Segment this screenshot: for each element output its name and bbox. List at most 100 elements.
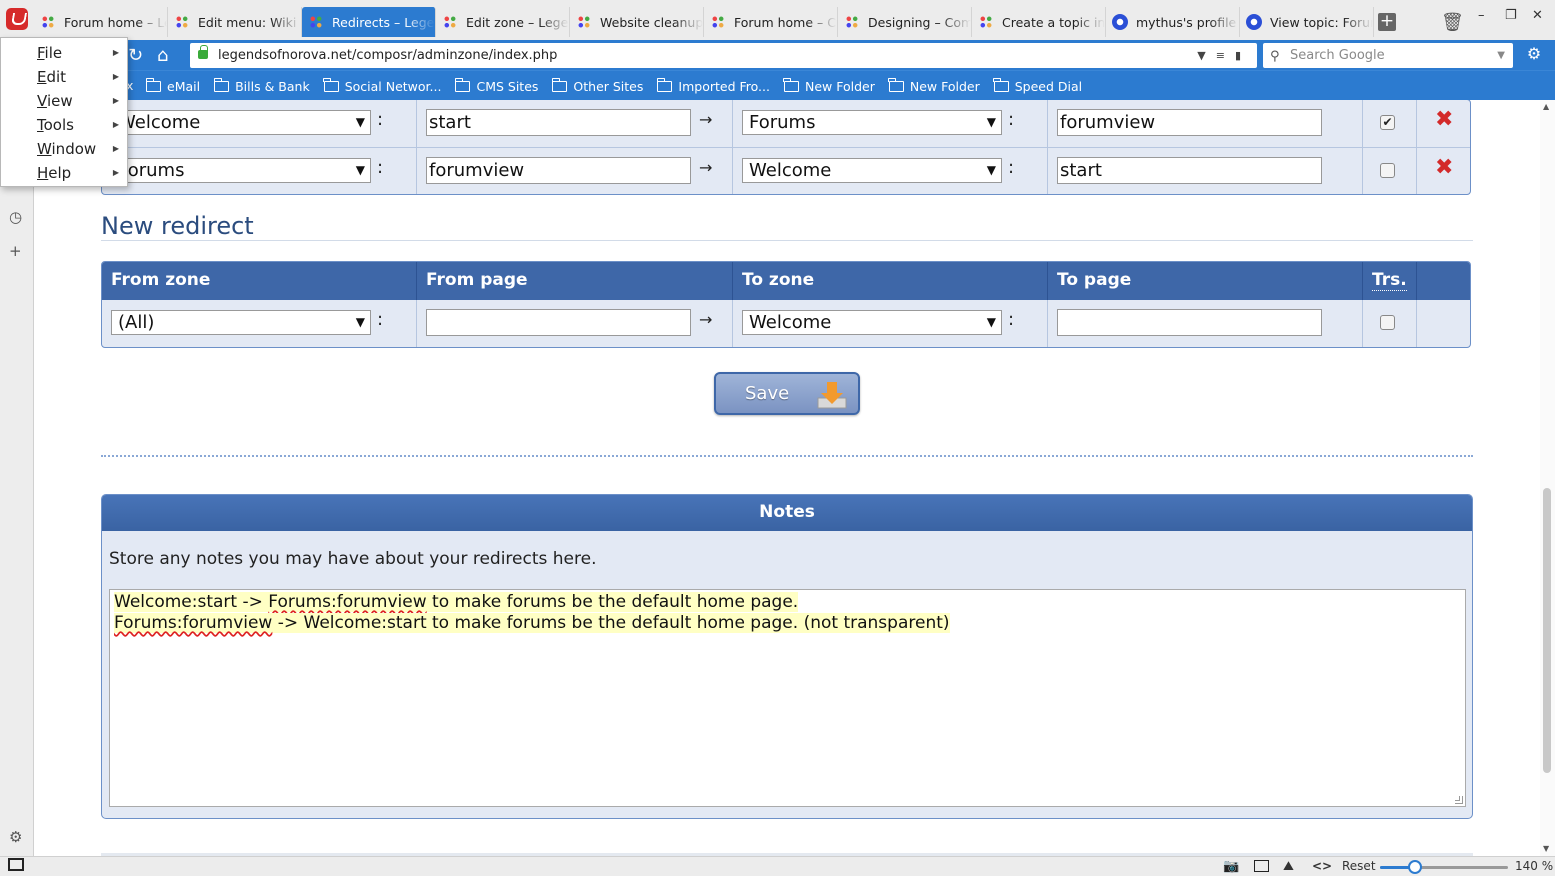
transparent-checkbox[interactable] xyxy=(1380,163,1395,178)
transparent-checkbox[interactable]: ✔ xyxy=(1380,115,1395,130)
save-button[interactable]: Save xyxy=(714,372,860,415)
new-tab-plus-icon[interactable]: + xyxy=(1378,13,1396,31)
bookmark-folder[interactable]: Imported Fro... xyxy=(656,77,770,94)
bookmark-folder[interactable]: CMS Sites xyxy=(454,77,538,94)
camera-icon[interactable]: 📷 xyxy=(1223,859,1239,874)
zoom-slider[interactable] xyxy=(1380,860,1508,874)
scroll-up-icon[interactable]: ▲ xyxy=(1543,102,1549,111)
existing-redirects-table: Welcome ▼ : start → Forums ▼ : forumview ✔ xyxy=(101,100,1471,195)
scrollbar-thumb[interactable] xyxy=(1543,488,1551,773)
header-transparent: Trs. xyxy=(1372,270,1407,291)
vivaldi-menu-button[interactable] xyxy=(6,8,28,30)
delete-x-icon[interactable]: ✖ xyxy=(1435,157,1455,179)
panel-toggle-icon[interactable] xyxy=(8,858,24,871)
composr-icon xyxy=(442,14,458,30)
search-icon: ⚲ xyxy=(1270,49,1280,64)
menu-item-file[interactable]: File ▶ xyxy=(1,41,127,65)
bookmark-folder[interactable]: Other Sites xyxy=(551,77,643,94)
zoom-reset-button[interactable]: Reset xyxy=(1342,859,1376,873)
bookmark-folder[interactable]: Speed Dial xyxy=(993,77,1082,94)
bookmark-folder[interactable]: New Folder xyxy=(783,77,875,94)
delete-x-icon[interactable]: ✖ xyxy=(1435,109,1455,131)
new-from-page-input[interactable] xyxy=(426,309,691,336)
folder-icon xyxy=(783,77,799,92)
search-field[interactable]: ⚲ Search Google ▼ xyxy=(1263,43,1513,68)
from-zone-select[interactable]: Forums ▼ xyxy=(111,158,371,183)
from-page-input[interactable]: forumview xyxy=(426,157,691,184)
tab-6[interactable]: Forum home – Cor xyxy=(704,7,838,37)
chevron-down-icon: ▼ xyxy=(355,315,365,329)
home-icon[interactable]: ⌂ xyxy=(157,45,168,66)
tab-10[interactable]: View topic: Forum xyxy=(1240,7,1374,37)
composr-icon xyxy=(174,14,190,30)
image-icon[interactable]: ⛰ xyxy=(1283,859,1294,874)
to-page-input[interactable]: start xyxy=(1057,157,1322,184)
url-field[interactable]: legendsofnorova.net/composr/adminzone/in… xyxy=(190,43,1257,68)
page-actions-icon[interactable]: <> xyxy=(1312,859,1332,873)
to-zone-select[interactable]: Forums ▼ xyxy=(742,110,1002,135)
add-panel-plus-icon[interactable]: + xyxy=(9,242,22,260)
header-from-zone: From zone xyxy=(111,270,211,290)
tab-3[interactable]: Redirects – Legen xyxy=(302,7,436,37)
new-from-zone-value: (All) xyxy=(118,312,155,333)
new-to-page-input[interactable] xyxy=(1057,309,1322,336)
tiling-icon[interactable] xyxy=(1254,860,1269,872)
settings-gear-icon[interactable]: ⚙ xyxy=(9,828,22,846)
new-transparent-checkbox[interactable] xyxy=(1380,315,1395,330)
new-from-zone-select[interactable]: (All) ▼ xyxy=(111,310,371,335)
tab-1[interactable]: Forum home – Leg xyxy=(34,7,168,37)
menu-item-view[interactable]: View ▶ xyxy=(1,89,127,113)
tab-5[interactable]: Website cleanup t xyxy=(570,7,704,37)
search-engine-chevron-icon[interactable]: ▼ xyxy=(1497,43,1505,68)
tab-8[interactable]: Create a topic in D xyxy=(972,7,1106,37)
minimize-icon[interactable]: – xyxy=(1478,8,1485,23)
folder-icon xyxy=(656,77,673,92)
menu-item-label: View xyxy=(37,92,73,110)
notes-panel: Notes Store any notes you may have about… xyxy=(101,494,1473,819)
composr-icon xyxy=(844,14,860,30)
vertical-scrollbar[interactable]: ▲ ▼ xyxy=(1540,100,1555,856)
chevron-right-icon: ▶ xyxy=(112,144,119,153)
scroll-down-icon[interactable]: ▼ xyxy=(1543,844,1549,853)
tab-9[interactable]: mythus's profile – xyxy=(1106,7,1240,37)
tab-2[interactable]: Edit menu: Wiki – I xyxy=(168,7,302,37)
tab-7[interactable]: Designing – Comp xyxy=(838,7,972,37)
chevron-right-icon: ▶ xyxy=(112,120,119,129)
menu-item-label: Edit xyxy=(37,68,67,86)
menu-item-help[interactable]: Help ▶ xyxy=(1,161,127,185)
new-redirect-table: From zone From page To zone To page Trs.… xyxy=(101,261,1471,348)
zoom-slider-handle[interactable] xyxy=(1407,860,1422,874)
bookmark-folder[interactable]: Social Networ... xyxy=(323,77,441,94)
tab-strip: Forum home – LegEdit menu: Wiki – IRedir… xyxy=(34,7,1374,37)
from-zone-select[interactable]: Welcome ▼ xyxy=(111,110,371,135)
url-actions-icon[interactable]: ▼≡▮ xyxy=(1197,43,1251,68)
new-to-zone-select[interactable]: Welcome ▼ xyxy=(742,310,1002,335)
bookmark-folder[interactable]: New Folder xyxy=(888,77,980,94)
reload-icon[interactable]: ↻ xyxy=(128,45,143,66)
close-window-icon[interactable]: ✕ xyxy=(1532,8,1543,23)
folder-icon xyxy=(454,77,471,92)
folder-icon xyxy=(213,77,230,92)
from-page-input[interactable]: start xyxy=(426,109,691,136)
history-clock-icon[interactable]: ◷ xyxy=(9,208,22,226)
notes-textarea[interactable]: Welcome:start -> Forums:forumview to mak… xyxy=(109,589,1466,807)
composr-icon xyxy=(576,14,592,30)
composr-icon xyxy=(710,14,726,30)
bookmark-folder[interactable]: eMail xyxy=(145,77,200,94)
address-bar: ↻ ⌂ legendsofnorova.net/composr/adminzon… xyxy=(0,40,1555,70)
menu-item-window[interactable]: Window ▶ xyxy=(1,137,127,161)
restore-icon[interactable]: ❐ xyxy=(1505,8,1517,23)
to-page-input[interactable]: forumview xyxy=(1057,109,1322,136)
extension-icon[interactable]: ⚙ xyxy=(1523,44,1545,66)
to-zone-select[interactable]: Welcome ▼ xyxy=(742,158,1002,183)
menu-item-edit[interactable]: Edit ▶ xyxy=(1,65,127,89)
bookmark-folder[interactable]: Bills & Bank xyxy=(213,77,310,94)
menu-item-tools[interactable]: Tools ▶ xyxy=(1,113,127,137)
folder-icon xyxy=(993,77,1009,92)
resize-grip-icon[interactable] xyxy=(1455,796,1463,804)
trash-icon[interactable]: 🗑 xyxy=(1441,12,1464,33)
divider xyxy=(101,455,1473,457)
table-row: Welcome ▼ : start → Forums ▼ : forumview ✔ xyxy=(102,100,1470,147)
search-placeholder: Search Google xyxy=(1290,48,1385,63)
tab-4[interactable]: Edit zone – Legenc xyxy=(436,7,570,37)
